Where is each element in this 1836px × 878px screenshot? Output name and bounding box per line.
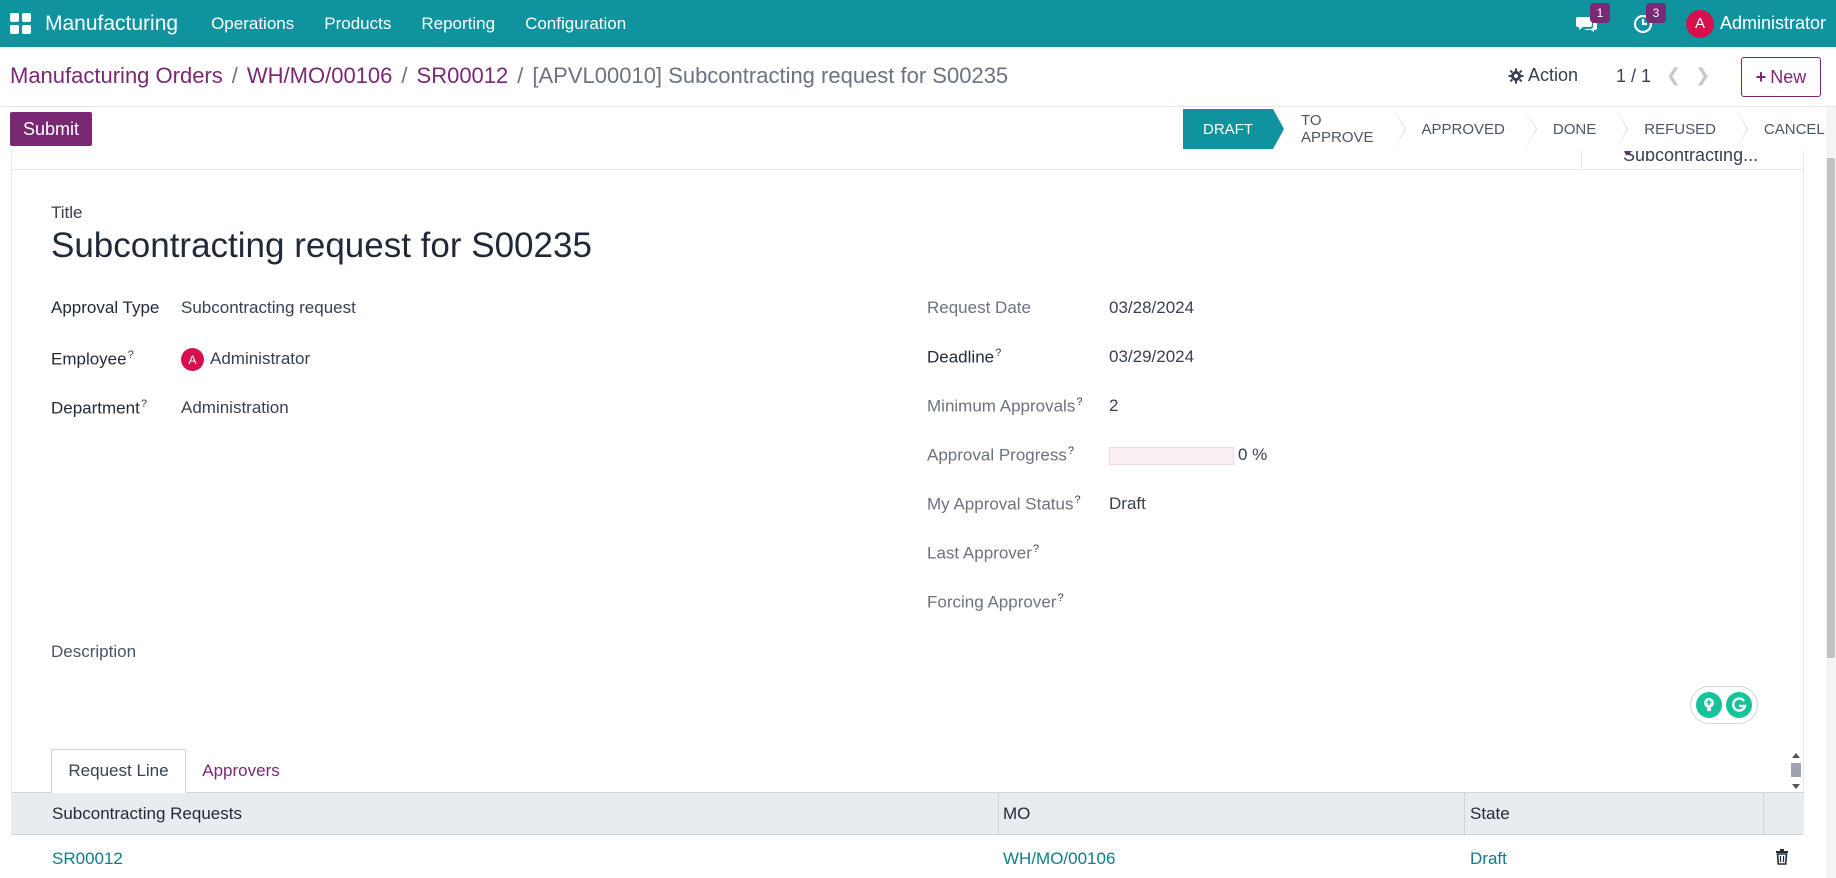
help-marker: ? bbox=[1032, 543, 1040, 555]
breadcrumb-mo[interactable]: WH/MO/00106 bbox=[247, 63, 393, 88]
table-header: Subcontracting Requests MO State bbox=[11, 793, 1804, 835]
my-approval-status-label: My Approval Status? bbox=[927, 494, 1081, 514]
breadcrumb-current: [APVL00010] Subcontracting request for S… bbox=[532, 63, 1009, 88]
column-mo[interactable]: MO bbox=[1003, 804, 1030, 824]
pager-value[interactable]: 1 / 1 bbox=[1616, 66, 1651, 87]
breadcrumb-separator: / bbox=[401, 63, 408, 88]
help-marker: ? bbox=[127, 349, 134, 361]
lightbulb-icon[interactable] bbox=[1696, 692, 1722, 718]
grammarly-widget[interactable] bbox=[1690, 686, 1758, 724]
help-marker: ? bbox=[1076, 396, 1083, 408]
description-label: Description bbox=[51, 642, 137, 661]
smart-button-subcontracting[interactable]: ★ Subcontracting... bbox=[1581, 151, 1805, 169]
column-state[interactable]: State bbox=[1470, 804, 1510, 824]
request-date-label: Request Date bbox=[927, 298, 1031, 317]
employee-field[interactable]: Administrator bbox=[210, 349, 310, 369]
help-marker: ? bbox=[995, 347, 1002, 359]
menu-operations[interactable]: Operations bbox=[211, 14, 294, 34]
top-navbar: Manufacturing Operations Products Report… bbox=[0, 0, 1836, 47]
stage-done[interactable]: Done bbox=[1524, 109, 1629, 149]
trash-icon[interactable] bbox=[1775, 849, 1789, 865]
approval-type-field[interactable]: Subcontracting request bbox=[181, 298, 356, 318]
department-label: Department? bbox=[51, 398, 147, 418]
cell-mo[interactable]: WH/MO/00106 bbox=[1003, 849, 1115, 869]
activities-clock-icon[interactable]: 3 bbox=[1630, 2, 1666, 37]
approval-progress-bar bbox=[1109, 447, 1234, 465]
stage-draft[interactable]: Draft bbox=[1183, 109, 1284, 149]
new-button[interactable]: + New bbox=[1741, 57, 1821, 97]
stage-approved[interactable]: Approved bbox=[1393, 109, 1537, 149]
tab-request-line[interactable]: Request Line bbox=[51, 749, 186, 793]
deadline-field[interactable]: 03/29/2024 bbox=[1109, 347, 1194, 367]
title-label: Title bbox=[51, 203, 83, 222]
breadcrumb: Manufacturing Orders / WH/MO/00106 / SR00012… bbox=[10, 63, 1008, 89]
stage-cancelled[interactable]: Cancelled bbox=[1735, 109, 1836, 149]
menu-reporting[interactable]: Reporting bbox=[421, 14, 495, 34]
action-button[interactable]: Action bbox=[1508, 65, 1578, 86]
app-name[interactable]: Manufacturing bbox=[45, 12, 178, 36]
request-date-field[interactable]: 03/28/2024 bbox=[1109, 298, 1194, 318]
breadcrumb-separator: / bbox=[231, 63, 238, 88]
stage-to-approve[interactable]: To Approve bbox=[1273, 109, 1406, 149]
menu-configuration[interactable]: Configuration bbox=[525, 14, 626, 34]
menu-products[interactable]: Products bbox=[324, 14, 391, 34]
status-bar: Submit Draft To Approve Approved Done Re… bbox=[0, 107, 1836, 151]
messages-badge: 1 bbox=[1589, 2, 1610, 23]
minimum-approvals-field[interactable]: 2 bbox=[1109, 396, 1118, 416]
minimum-approvals-label: Minimum Approvals? bbox=[927, 396, 1083, 416]
user-avatar[interactable]: A bbox=[1685, 9, 1714, 38]
tab-approvers[interactable]: Approvers bbox=[186, 749, 296, 793]
department-field[interactable]: Administration bbox=[181, 398, 289, 418]
deadline-label: Deadline? bbox=[927, 347, 1002, 367]
user-name[interactable]: Administrator bbox=[1720, 13, 1826, 34]
page-scrollbar-thumb[interactable] bbox=[1827, 158, 1835, 658]
table-row[interactable]: SR00012 WH/MO/00106 Draft bbox=[11, 835, 1804, 878]
approval-progress-value: 0 % bbox=[1238, 445, 1268, 464]
help-marker: ? bbox=[140, 398, 147, 410]
my-approval-status-field: Draft bbox=[1109, 494, 1146, 513]
cell-state[interactable]: Draft bbox=[1470, 849, 1507, 869]
new-label: New bbox=[1770, 66, 1807, 87]
submit-button[interactable]: Submit bbox=[10, 112, 92, 146]
action-label: Action bbox=[1528, 65, 1579, 85]
last-approver-label: Last Approver? bbox=[927, 543, 1040, 563]
apps-menu-icon[interactable] bbox=[10, 12, 32, 35]
breadcrumb-sr[interactable]: SR00012 bbox=[417, 63, 509, 88]
smart-button-label: Subcontracting... bbox=[1623, 151, 1759, 165]
control-panel: Manufacturing Orders / WH/MO/00106 / SR00012… bbox=[0, 47, 1836, 107]
grammarly-icon[interactable] bbox=[1726, 692, 1752, 718]
help-marker: ? bbox=[1067, 445, 1074, 457]
forcing-approver-label: Forcing Approver? bbox=[927, 592, 1064, 612]
stage-refused[interactable]: Refused bbox=[1616, 109, 1748, 149]
approval-progress-label: Approval Progress? bbox=[927, 445, 1074, 465]
breadcrumb-separator: / bbox=[517, 63, 524, 88]
approval-type-label: Approval Type bbox=[51, 298, 160, 317]
breadcrumb-manufacturing-orders[interactable]: Manufacturing Orders bbox=[10, 63, 223, 88]
plus-icon: + bbox=[1755, 66, 1767, 87]
help-marker: ? bbox=[1057, 592, 1064, 604]
pager-previous-icon[interactable]: ❮ bbox=[1666, 65, 1681, 86]
tabs-scroll-control[interactable] bbox=[1790, 752, 1802, 790]
title-field[interactable]: Subcontracting request for S00235 bbox=[51, 226, 592, 266]
employee-avatar: A bbox=[181, 348, 204, 371]
pager-next-icon[interactable]: ❯ bbox=[1695, 65, 1710, 86]
help-marker: ? bbox=[1074, 494, 1081, 506]
employee-label: Employee? bbox=[51, 349, 134, 369]
stage-pipeline: Draft To Approve Approved Done Refused C… bbox=[1183, 109, 1836, 149]
column-subcontracting-requests[interactable]: Subcontracting Requests bbox=[52, 804, 242, 824]
messages-icon[interactable]: 1 bbox=[1574, 2, 1610, 37]
cell-subcontracting-request[interactable]: SR00012 bbox=[52, 849, 123, 869]
activities-badge: 3 bbox=[1645, 2, 1666, 23]
gear-icon bbox=[1508, 68, 1524, 83]
